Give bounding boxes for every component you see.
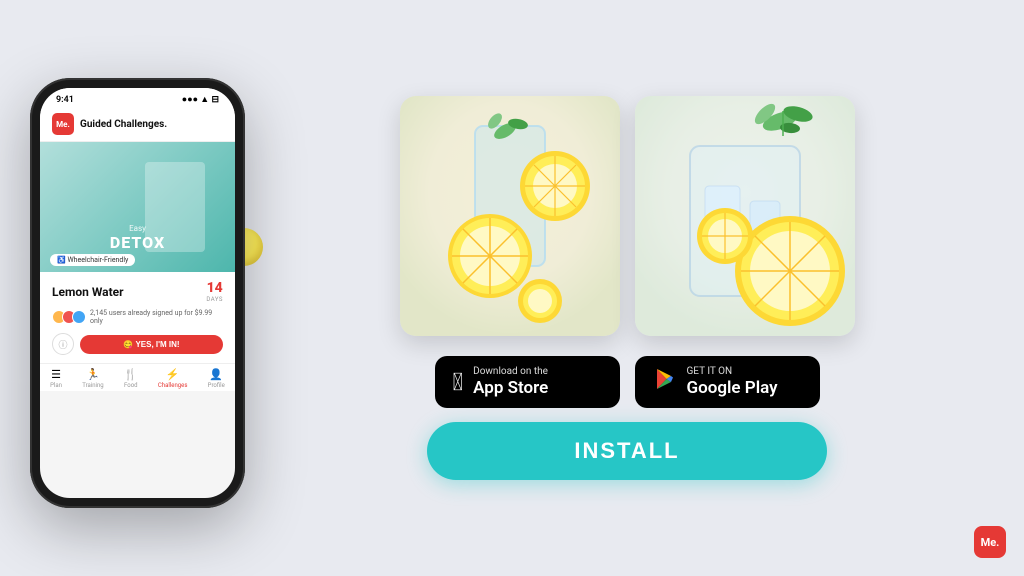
lemon-photo-1-svg bbox=[400, 96, 620, 336]
google-play-icon bbox=[653, 367, 677, 397]
training-label: Training bbox=[82, 382, 103, 389]
challenge-label: Easy DETOX bbox=[110, 224, 165, 252]
photo-card-1 bbox=[400, 96, 620, 336]
status-icons: ●●● ▲ ⊟ bbox=[182, 94, 219, 105]
google-main-text: Google Play bbox=[687, 378, 778, 398]
phone-app-header: Me. Guided Challenges. bbox=[40, 109, 235, 142]
install-button[interactable]: INSTALL bbox=[427, 422, 827, 480]
app-logo: Me. bbox=[52, 113, 74, 135]
days-badge: 14 DAYS bbox=[206, 280, 223, 303]
app-store-button[interactable]:  Download on the App Store bbox=[435, 356, 620, 408]
apple-main-text: App Store bbox=[473, 378, 548, 398]
profile-icon: 👤 bbox=[209, 368, 223, 381]
action-row: ⓘ 😋 YES, I'M IN! bbox=[52, 333, 223, 355]
google-top-text: GET IT ON bbox=[687, 366, 778, 378]
lemon-water-row: Lemon Water 14 DAYS bbox=[52, 280, 223, 303]
challenge-detox: DETOX bbox=[110, 233, 165, 252]
store-buttons:  Download on the App Store G bbox=[435, 356, 820, 408]
nav-training[interactable]: 🏃 Training bbox=[82, 368, 103, 389]
apple-top-text: Download on the bbox=[473, 366, 548, 378]
food-icon: 🍴 bbox=[124, 368, 138, 381]
days-label: DAYS bbox=[206, 296, 223, 303]
nav-food[interactable]: 🍴 Food bbox=[124, 368, 138, 389]
info-button[interactable]: ⓘ bbox=[52, 333, 74, 355]
phone-details: Lemon Water 14 DAYS 2,145 users already bbox=[40, 272, 235, 363]
photos-row bbox=[270, 96, 984, 336]
app-title: Guided Challenges. bbox=[80, 119, 167, 130]
phone-status-bar: 9:41 ●●● ▲ ⊟ bbox=[40, 88, 235, 109]
phone: 9:41 ●●● ▲ ⊟ Me. Guided Challenges. Easy… bbox=[30, 78, 245, 508]
nav-plan[interactable]: ☰ Plan bbox=[50, 368, 62, 389]
nav-challenges[interactable]: ⚡ Challenges bbox=[158, 368, 188, 389]
me-logo-corner: Me. bbox=[974, 526, 1006, 558]
google-play-button[interactable]: GET IT ON Google Play bbox=[635, 356, 820, 408]
food-label: Food bbox=[124, 382, 137, 389]
wheelchair-badge: ♿ Wheelchair-Friendly bbox=[50, 254, 135, 266]
status-time: 9:41 bbox=[56, 95, 74, 105]
challenges-label: Challenges bbox=[158, 382, 188, 389]
challenge-image: Easy DETOX ♿ Wheelchair-Friendly bbox=[40, 142, 235, 272]
users-text: 2,145 users already signed up for $9.99 … bbox=[90, 309, 223, 325]
photos-section:  Download on the App Store G bbox=[270, 96, 984, 480]
users-row: 2,145 users already signed up for $9.99 … bbox=[52, 309, 223, 325]
training-icon: 🏃 bbox=[86, 368, 100, 381]
lemon-photo-2-svg bbox=[635, 96, 855, 336]
phone-bottom-nav: ☰ Plan 🏃 Training 🍴 Food ⚡ Challenges bbox=[40, 363, 235, 391]
yes-im-in-button[interactable]: 😋 YES, I'M IN! bbox=[80, 335, 223, 354]
plan-label: Plan bbox=[50, 382, 62, 389]
apple-icon:  bbox=[453, 368, 464, 396]
days-number: 14 bbox=[206, 280, 223, 296]
apple-text: Download on the App Store bbox=[473, 366, 548, 398]
photo-card-2 bbox=[635, 96, 855, 336]
avatar-3 bbox=[72, 310, 86, 324]
lemon-water-title: Lemon Water bbox=[52, 285, 124, 299]
avatar-group bbox=[52, 310, 86, 324]
main-container: 9:41 ●●● ▲ ⊟ Me. Guided Challenges. Easy… bbox=[0, 0, 1024, 576]
nav-profile[interactable]: 👤 Profile bbox=[208, 368, 225, 389]
profile-label: Profile bbox=[208, 382, 225, 389]
challenge-easy: Easy bbox=[110, 224, 165, 233]
challenges-icon: ⚡ bbox=[166, 368, 180, 381]
plan-icon: ☰ bbox=[51, 368, 61, 381]
phone-wrapper: 9:41 ●●● ▲ ⊟ Me. Guided Challenges. Easy… bbox=[30, 78, 260, 508]
phone-screen: 9:41 ●●● ▲ ⊟ Me. Guided Challenges. Easy… bbox=[40, 88, 235, 498]
google-text: GET IT ON Google Play bbox=[687, 366, 778, 398]
